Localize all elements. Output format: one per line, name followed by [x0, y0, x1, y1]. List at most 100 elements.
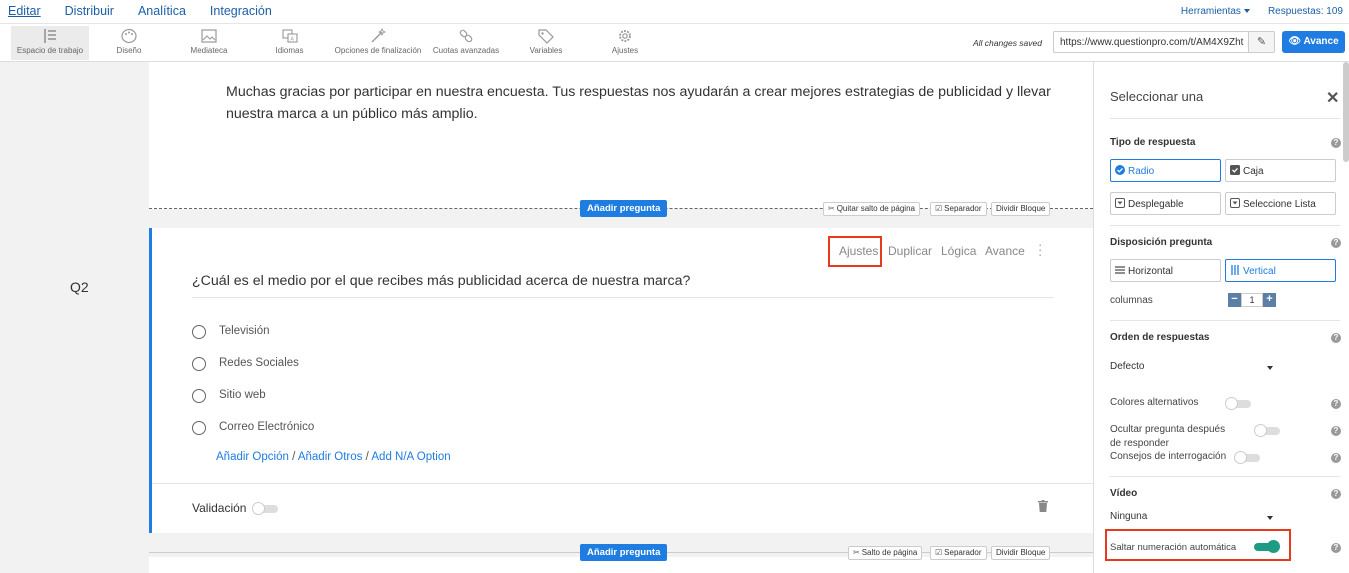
- radio-button[interactable]: [192, 357, 206, 371]
- panel-divider: [1110, 225, 1340, 226]
- columnas-value[interactable]: 1: [1241, 293, 1263, 307]
- salto-pagina-label: Salto de página: [861, 548, 918, 557]
- respuestas-link[interactable]: Respuestas: 109: [1268, 6, 1343, 17]
- panel-divider: [1110, 118, 1340, 119]
- tipo-respuesta-label: Tipo de respuesta: [1110, 137, 1196, 148]
- question-card: Ajustes Duplicar Lógica Avance · · · ¿Cuál…: [149, 228, 1093, 533]
- add-question-button[interactable]: Añadir pregunta: [580, 544, 668, 561]
- menu-distribuir[interactable]: Distribuir: [65, 4, 114, 18]
- horizontal-layout-button[interactable]: Horizontal: [1110, 259, 1221, 282]
- option-label: Televisión: [219, 325, 270, 337]
- vertical-layout-button[interactable]: Vertical: [1225, 259, 1336, 282]
- menu-analitica[interactable]: Analítica: [138, 4, 186, 18]
- ocultar-toggle[interactable]: [1254, 424, 1280, 437]
- validacion-toggle[interactable]: [252, 502, 278, 515]
- orden-select[interactable]: Defecto: [1110, 361, 1273, 372]
- close-icon[interactable]: ✕: [1326, 88, 1339, 108]
- svg-text:A: A: [290, 37, 294, 43]
- herramientas-label: Herramientas: [1180, 6, 1241, 17]
- menu-integracion[interactable]: Integración: [210, 4, 272, 18]
- dropdown-icon: [1115, 198, 1125, 208]
- radio-type-button[interactable]: Radio: [1110, 159, 1221, 182]
- separador-button[interactable]: ☑ Separador: [930, 202, 987, 216]
- help-icon[interactable]: ?: [1331, 399, 1341, 409]
- workspace-icon: [41, 28, 59, 44]
- desplegable-type-label: Desplegable: [1128, 199, 1184, 210]
- add-question-button[interactable]: Añadir pregunta: [580, 200, 668, 217]
- tool-espacio-de-trabajo[interactable]: Espacio de trabajo: [11, 26, 89, 60]
- add-na-option-link[interactable]: Add N/A Option: [371, 451, 450, 463]
- add-others-link[interactable]: Añadir Otros: [298, 451, 363, 463]
- main-menu: Editar Distribuir Analítica Integración: [8, 4, 296, 18]
- caret-down-icon: [1267, 366, 1273, 370]
- help-icon[interactable]: ?: [1331, 238, 1341, 248]
- check-icon: ☑: [935, 548, 943, 557]
- tool-opciones-de-finalizacion[interactable]: Opciones de finalización: [331, 26, 425, 60]
- tool-mediateca[interactable]: Mediateca: [180, 26, 238, 60]
- seleccione-lista-type-label: Seleccione Lista: [1243, 199, 1316, 210]
- panel-scrollbar[interactable]: [1343, 62, 1349, 162]
- scissors-icon: ✂: [853, 548, 860, 557]
- quitar-salto-label: Quitar salto de página: [836, 204, 915, 213]
- increment-button[interactable]: +: [1263, 293, 1276, 307]
- dividir-bloque-button[interactable]: Dividir Bloque: [991, 202, 1051, 216]
- tool-ajustes[interactable]: Ajustes: [603, 26, 647, 60]
- seleccione-lista-type-button[interactable]: Seleccione Lista: [1225, 192, 1336, 215]
- saved-status: All changes saved: [973, 38, 1042, 48]
- tool-label: Diseño: [116, 46, 142, 55]
- top-nav: Editar Distribuir Analítica Integración …: [0, 0, 1349, 24]
- palette-icon: [120, 28, 138, 44]
- video-select[interactable]: Ninguna: [1110, 511, 1273, 522]
- desplegable-type-button[interactable]: Desplegable: [1110, 192, 1221, 215]
- columnas-label: columnas: [1110, 295, 1153, 306]
- duplicar-action[interactable]: Duplicar: [888, 244, 932, 258]
- radio-button[interactable]: [192, 421, 206, 435]
- caja-type-button[interactable]: Caja: [1225, 159, 1336, 182]
- consejos-toggle[interactable]: [1234, 451, 1260, 464]
- settings-panel: Seleccionar una ✕ Tipo de respuesta ? Ra…: [1093, 62, 1349, 573]
- toggle-knob: [1234, 451, 1247, 464]
- logica-action[interactable]: Lógica: [941, 244, 976, 258]
- help-icon[interactable]: ?: [1331, 543, 1341, 553]
- add-option-link[interactable]: Añadir Opción: [216, 451, 289, 463]
- wand-icon: [369, 27, 387, 44]
- help-icon[interactable]: ?: [1331, 138, 1341, 148]
- radio-button[interactable]: [192, 389, 206, 403]
- survey-url-text: https://www.questionpro.com/t/AM4X9Zht: [1060, 37, 1244, 48]
- colores-toggle[interactable]: [1225, 397, 1251, 410]
- decrement-button[interactable]: −: [1228, 293, 1241, 307]
- link-separator: /: [292, 451, 296, 463]
- more-options-icon[interactable]: · · ·: [1038, 238, 1042, 261]
- avance-button[interactable]: 👁 Avance: [1282, 31, 1345, 53]
- horizontal-layout-label: Horizontal: [1128, 266, 1174, 277]
- herramientas-menu[interactable]: Herramientas: [1181, 6, 1250, 17]
- help-icon[interactable]: ?: [1331, 453, 1341, 463]
- avance-action[interactable]: Avance: [985, 244, 1025, 258]
- orden-value: Defecto: [1110, 361, 1145, 372]
- tool-cuotas-avanzadas[interactable]: Cuotas avanzadas: [431, 26, 501, 60]
- separador-button[interactable]: ☑ Separador: [930, 546, 987, 560]
- ocultar-label: Ocultar pregunta después de responder: [1110, 424, 1226, 449]
- trash-icon[interactable]: [1038, 500, 1048, 512]
- survey-url-field[interactable]: https://www.questionpro.com/t/AM4X9Zht ✎: [1053, 31, 1275, 53]
- menu-editar[interactable]: Editar: [8, 4, 41, 18]
- link-icon: [457, 28, 475, 44]
- help-icon[interactable]: ?: [1331, 333, 1341, 343]
- ajustes-highlight: [828, 236, 882, 267]
- radio-button[interactable]: [192, 325, 206, 339]
- tool-idiomas[interactable]: A Idiomas: [262, 26, 317, 60]
- tool-diseno[interactable]: Diseño: [100, 26, 158, 60]
- caret-down-icon: [1267, 516, 1273, 520]
- salto-pagina-button[interactable]: ✂ Salto de página: [848, 546, 923, 560]
- tool-variables[interactable]: Variables: [523, 26, 569, 60]
- help-icon[interactable]: ?: [1331, 489, 1341, 499]
- edit-pencil-icon[interactable]: ✎: [1248, 32, 1274, 52]
- toggle-knob: [1225, 397, 1238, 410]
- tool-label: Idiomas: [275, 46, 304, 55]
- quitar-salto-button[interactable]: ✂ Quitar salto de página: [823, 202, 920, 216]
- question-title[interactable]: ¿Cuál es el medio por el que recibes más…: [192, 273, 690, 289]
- help-icon[interactable]: ?: [1331, 426, 1341, 436]
- intro-block[interactable]: Muchas gracias por participar en nuestra…: [149, 62, 1093, 209]
- colores-label: Colores alternativos: [1110, 397, 1199, 408]
- dividir-bloque-button[interactable]: Dividir Bloque: [991, 546, 1051, 560]
